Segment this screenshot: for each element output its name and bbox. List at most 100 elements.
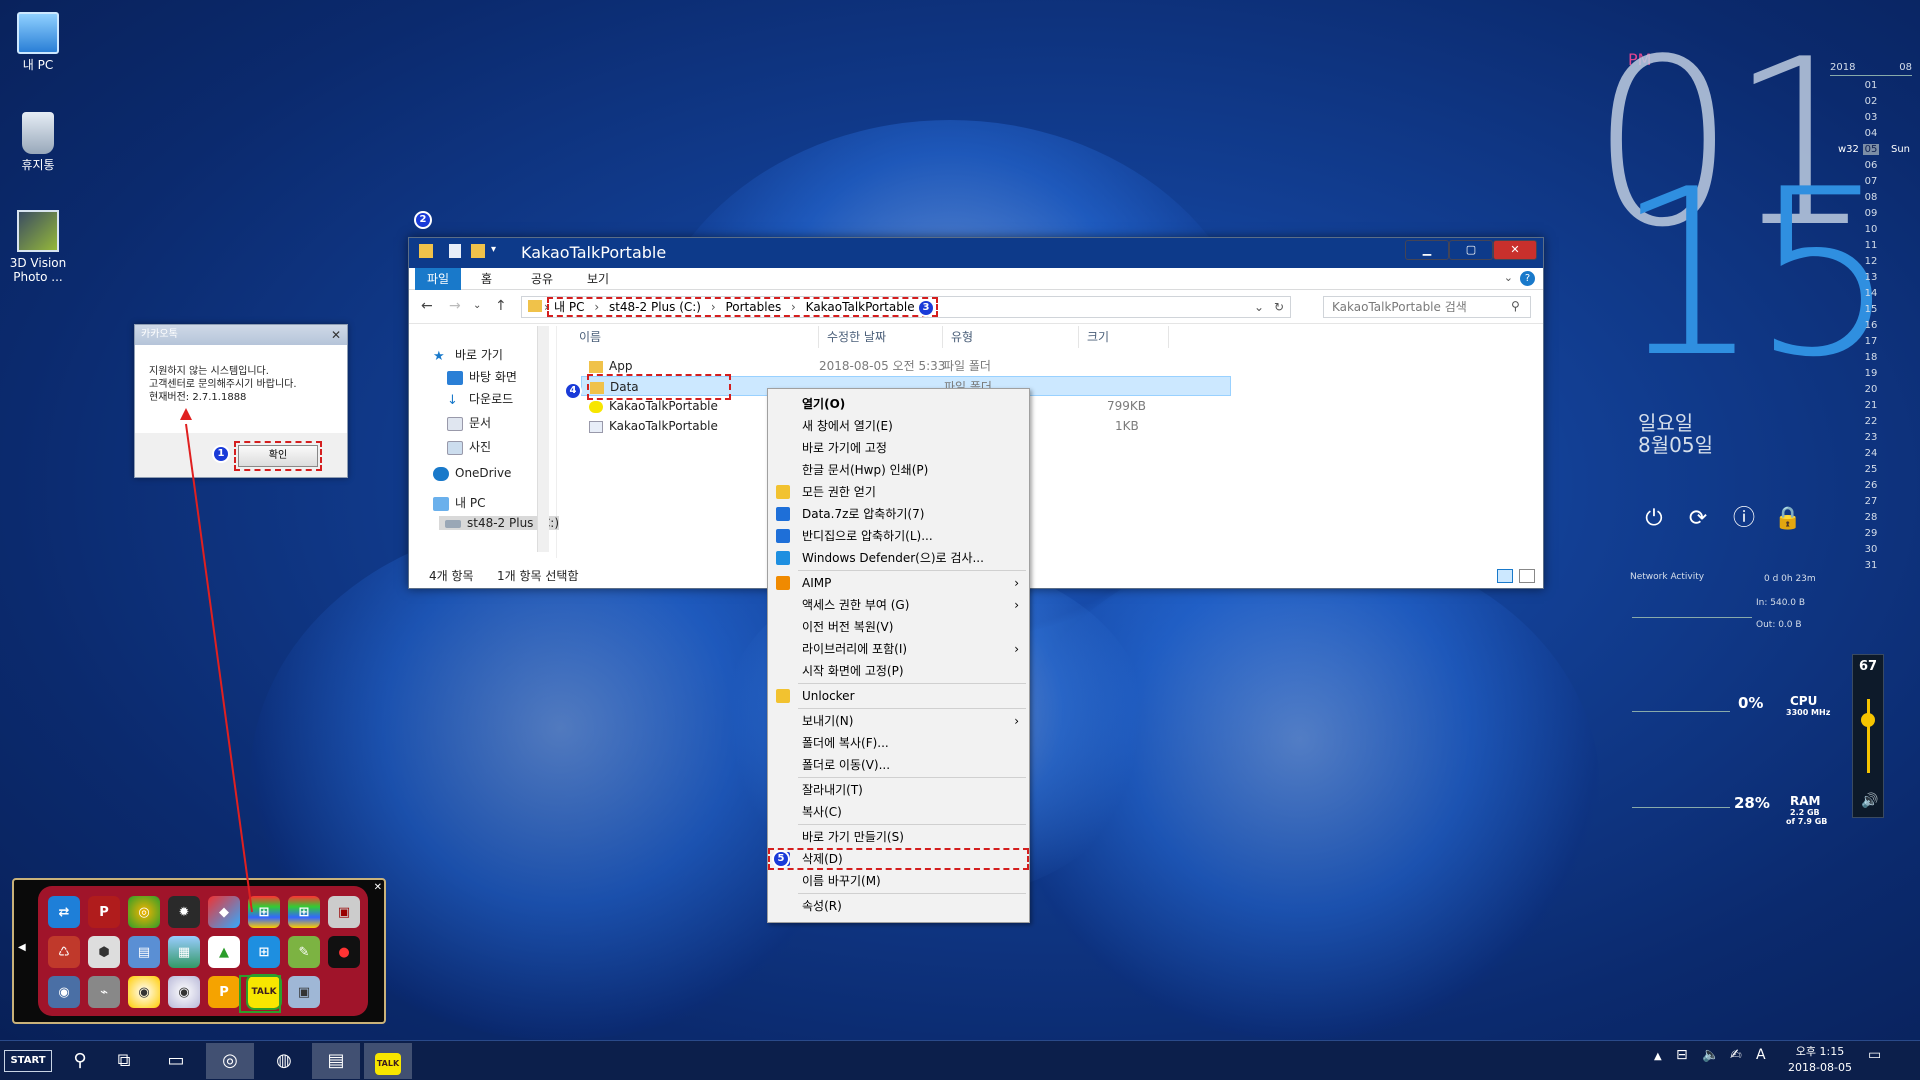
menu-item-1[interactable]: 새 창에서 열기(E) xyxy=(768,415,1029,437)
menu-item-16[interactable]: 폴더로 이동(V)... xyxy=(768,754,1029,776)
column-type[interactable]: 유형 xyxy=(943,326,1079,348)
column-date[interactable]: 수정한 날짜 xyxy=(819,326,943,348)
search-icon[interactable]: ⚲ xyxy=(1511,299,1520,313)
globe-icon[interactable]: ◍ xyxy=(260,1043,308,1079)
forward-arrow-icon[interactable]: → xyxy=(449,298,461,314)
search-input[interactable]: KakaoTalkPortable 검색 xyxy=(1323,296,1531,318)
minimize-button[interactable]: ▁ xyxy=(1405,240,1449,260)
start-button[interactable]: START xyxy=(4,1050,52,1072)
chevron-right-icon[interactable]: › xyxy=(785,300,802,314)
close-button[interactable]: ✕ xyxy=(1493,240,1537,260)
nav-downloads[interactable]: ↓ 다운로드 xyxy=(447,390,513,408)
menu-item-17[interactable]: 잘라내기(T) xyxy=(768,779,1029,801)
properties-icon[interactable] xyxy=(449,244,461,258)
menu-item-9[interactable]: 액세스 권한 부여 (G) › xyxy=(768,594,1029,616)
kakaotalk-taskbar-icon[interactable]: TALK xyxy=(364,1043,412,1079)
menu-item-19[interactable]: 바로 가기 만들기(S) xyxy=(768,826,1029,848)
breadcrumb-portables[interactable]: Portables xyxy=(725,300,781,314)
menu-item-11[interactable]: 라이브러리에 포함(I) › xyxy=(768,638,1029,660)
menu-item-13[interactable]: Unlocker xyxy=(768,685,1029,707)
file-row-app[interactable]: App 2018-08-05 오전 5:33 파일 폴더 xyxy=(581,356,1221,376)
chevron-right-icon[interactable]: › xyxy=(588,300,605,314)
pen-icon[interactable]: ✍ xyxy=(1730,1047,1742,1063)
network-icon[interactable]: ⊟ xyxy=(1676,1047,1688,1063)
tab-share[interactable]: 공유 xyxy=(519,268,565,290)
new-folder-icon[interactable] xyxy=(471,244,485,258)
breadcrumb-my-pc[interactable]: 내 PC xyxy=(554,300,584,314)
star-icon: ★ xyxy=(433,348,445,364)
large-icons-view-icon[interactable] xyxy=(1519,569,1535,583)
menu-item-20[interactable]: 삭제(D) xyxy=(768,848,1029,870)
nav-scrollbar[interactable] xyxy=(537,326,549,552)
arrow-head xyxy=(180,408,192,420)
nav-this-pc[interactable]: 내 PC xyxy=(433,494,485,511)
menu-item-12[interactable]: 시작 화면에 고정(P) xyxy=(768,660,1029,682)
bandizip-icon xyxy=(776,529,790,543)
chevron-down-icon[interactable]: ⌄ xyxy=(1254,297,1264,317)
step-badge-5: 5 xyxy=(772,850,790,868)
tab-view[interactable]: 보기 xyxy=(575,268,621,290)
menu-item-22[interactable]: 속성(R) xyxy=(768,895,1029,917)
nav-desktop[interactable]: 바탕 화면 xyxy=(447,368,517,385)
tab-file[interactable]: 파일 xyxy=(415,268,462,290)
notification-icon[interactable]: ▭ xyxy=(1868,1047,1881,1063)
menu-item-14[interactable]: 보내기(N) › xyxy=(768,710,1029,732)
details-view-icon[interactable] xyxy=(1497,569,1513,583)
volume-icon[interactable]: 🔈 xyxy=(1702,1047,1719,1063)
menu-item-label: 반디집으로 압축하기(L)... xyxy=(802,529,933,543)
menu-item-label: 속성(R) xyxy=(802,899,842,913)
chrome-icon[interactable]: ◎ xyxy=(206,1043,254,1079)
search-icon[interactable]: ⚲ xyxy=(56,1043,104,1079)
maximize-button[interactable]: ▢ xyxy=(1449,240,1493,260)
nav-documents[interactable]: 문서 xyxy=(447,414,491,431)
back-arrow-icon[interactable]: ← xyxy=(421,298,433,314)
address-bar[interactable]: › 내 PC › st48-2 Plus (C:) › Portables › … xyxy=(521,296,1291,318)
nav-label: 내 PC xyxy=(455,496,486,510)
file-explorer-icon[interactable]: ▤ xyxy=(312,1043,360,1079)
chevron-right-icon[interactable]: › xyxy=(705,300,722,314)
menu-item-15[interactable]: 폴더에 복사(F)... xyxy=(768,732,1029,754)
tab-home[interactable]: 홈 xyxy=(469,268,504,290)
menu-item-21[interactable]: 이름 바꾸기(M) xyxy=(768,870,1029,892)
refresh-icon[interactable]: ↻ xyxy=(1274,297,1284,317)
file-name: Data xyxy=(587,374,731,400)
menu-item-label: Unlocker xyxy=(802,689,855,703)
step-badge-1: 1 xyxy=(212,445,230,463)
chevron-right-icon[interactable]: › xyxy=(544,297,549,317)
breadcrumb-kakaotalkportable[interactable]: KakaoTalkPortable xyxy=(806,300,915,314)
breadcrumb: 내 PC › st48-2 Plus (C:) › Portables › Ka… xyxy=(546,297,939,317)
menu-item-10[interactable]: 이전 버전 복원(V) xyxy=(768,616,1029,638)
breadcrumb-drive[interactable]: st48-2 Plus (C:) xyxy=(609,300,701,314)
nav-quick-access[interactable]: ★ 바로 가기 xyxy=(433,346,503,364)
menu-item-0[interactable]: 열기(O) xyxy=(768,393,1029,415)
menu-item-7[interactable]: Windows Defender(으)로 검사... xyxy=(768,547,1029,569)
task-view-icon[interactable]: ⧉ xyxy=(100,1043,148,1079)
chevron-down-icon[interactable]: ⌄ xyxy=(473,300,481,311)
menu-separator xyxy=(798,777,1026,778)
menu-item-label: 바로 가기에 고정 xyxy=(802,441,887,455)
taskbar-clock[interactable]: 오후 1:15 2018-08-05 xyxy=(1780,1044,1860,1076)
menu-item-8[interactable]: AIMP › xyxy=(768,572,1029,594)
help-icon[interactable]: ? xyxy=(1520,271,1535,286)
menu-item-5[interactable]: Data.7z로 압축하기(7) xyxy=(768,503,1029,525)
nav-pictures[interactable]: 사진 xyxy=(447,438,491,455)
file-name: KakaoTalkPortable xyxy=(589,396,718,416)
7zip-icon xyxy=(776,507,790,521)
chevron-down-icon[interactable]: ▾ xyxy=(491,244,496,255)
up-arrow-icon[interactable]: ↑ xyxy=(495,298,507,314)
menu-item-6[interactable]: 반디집으로 압축하기(L)... xyxy=(768,525,1029,547)
menu-item-2[interactable]: 바로 가기에 고정 xyxy=(768,437,1029,459)
menu-item-3[interactable]: 한글 문서(Hwp) 인쇄(P) xyxy=(768,459,1029,481)
nav-onedrive[interactable]: OneDrive xyxy=(433,466,511,481)
column-name[interactable]: 이름 xyxy=(571,326,819,348)
chevron-up-icon[interactable]: ▲ xyxy=(1654,1051,1662,1062)
window-switch-icon[interactable]: ▭ xyxy=(152,1043,200,1079)
menu-item-4[interactable]: 모든 권한 얻기 xyxy=(768,481,1029,503)
nav-label: 바로 가기 xyxy=(455,348,503,362)
chevron-down-icon[interactable]: ⌄ xyxy=(1504,271,1513,284)
menu-separator xyxy=(798,893,1026,894)
ime-indicator[interactable]: A xyxy=(1756,1047,1766,1063)
column-size[interactable]: 크기 xyxy=(1079,326,1169,348)
menu-item-18[interactable]: 복사(C) xyxy=(768,801,1029,823)
file-name-text: App xyxy=(609,359,633,373)
